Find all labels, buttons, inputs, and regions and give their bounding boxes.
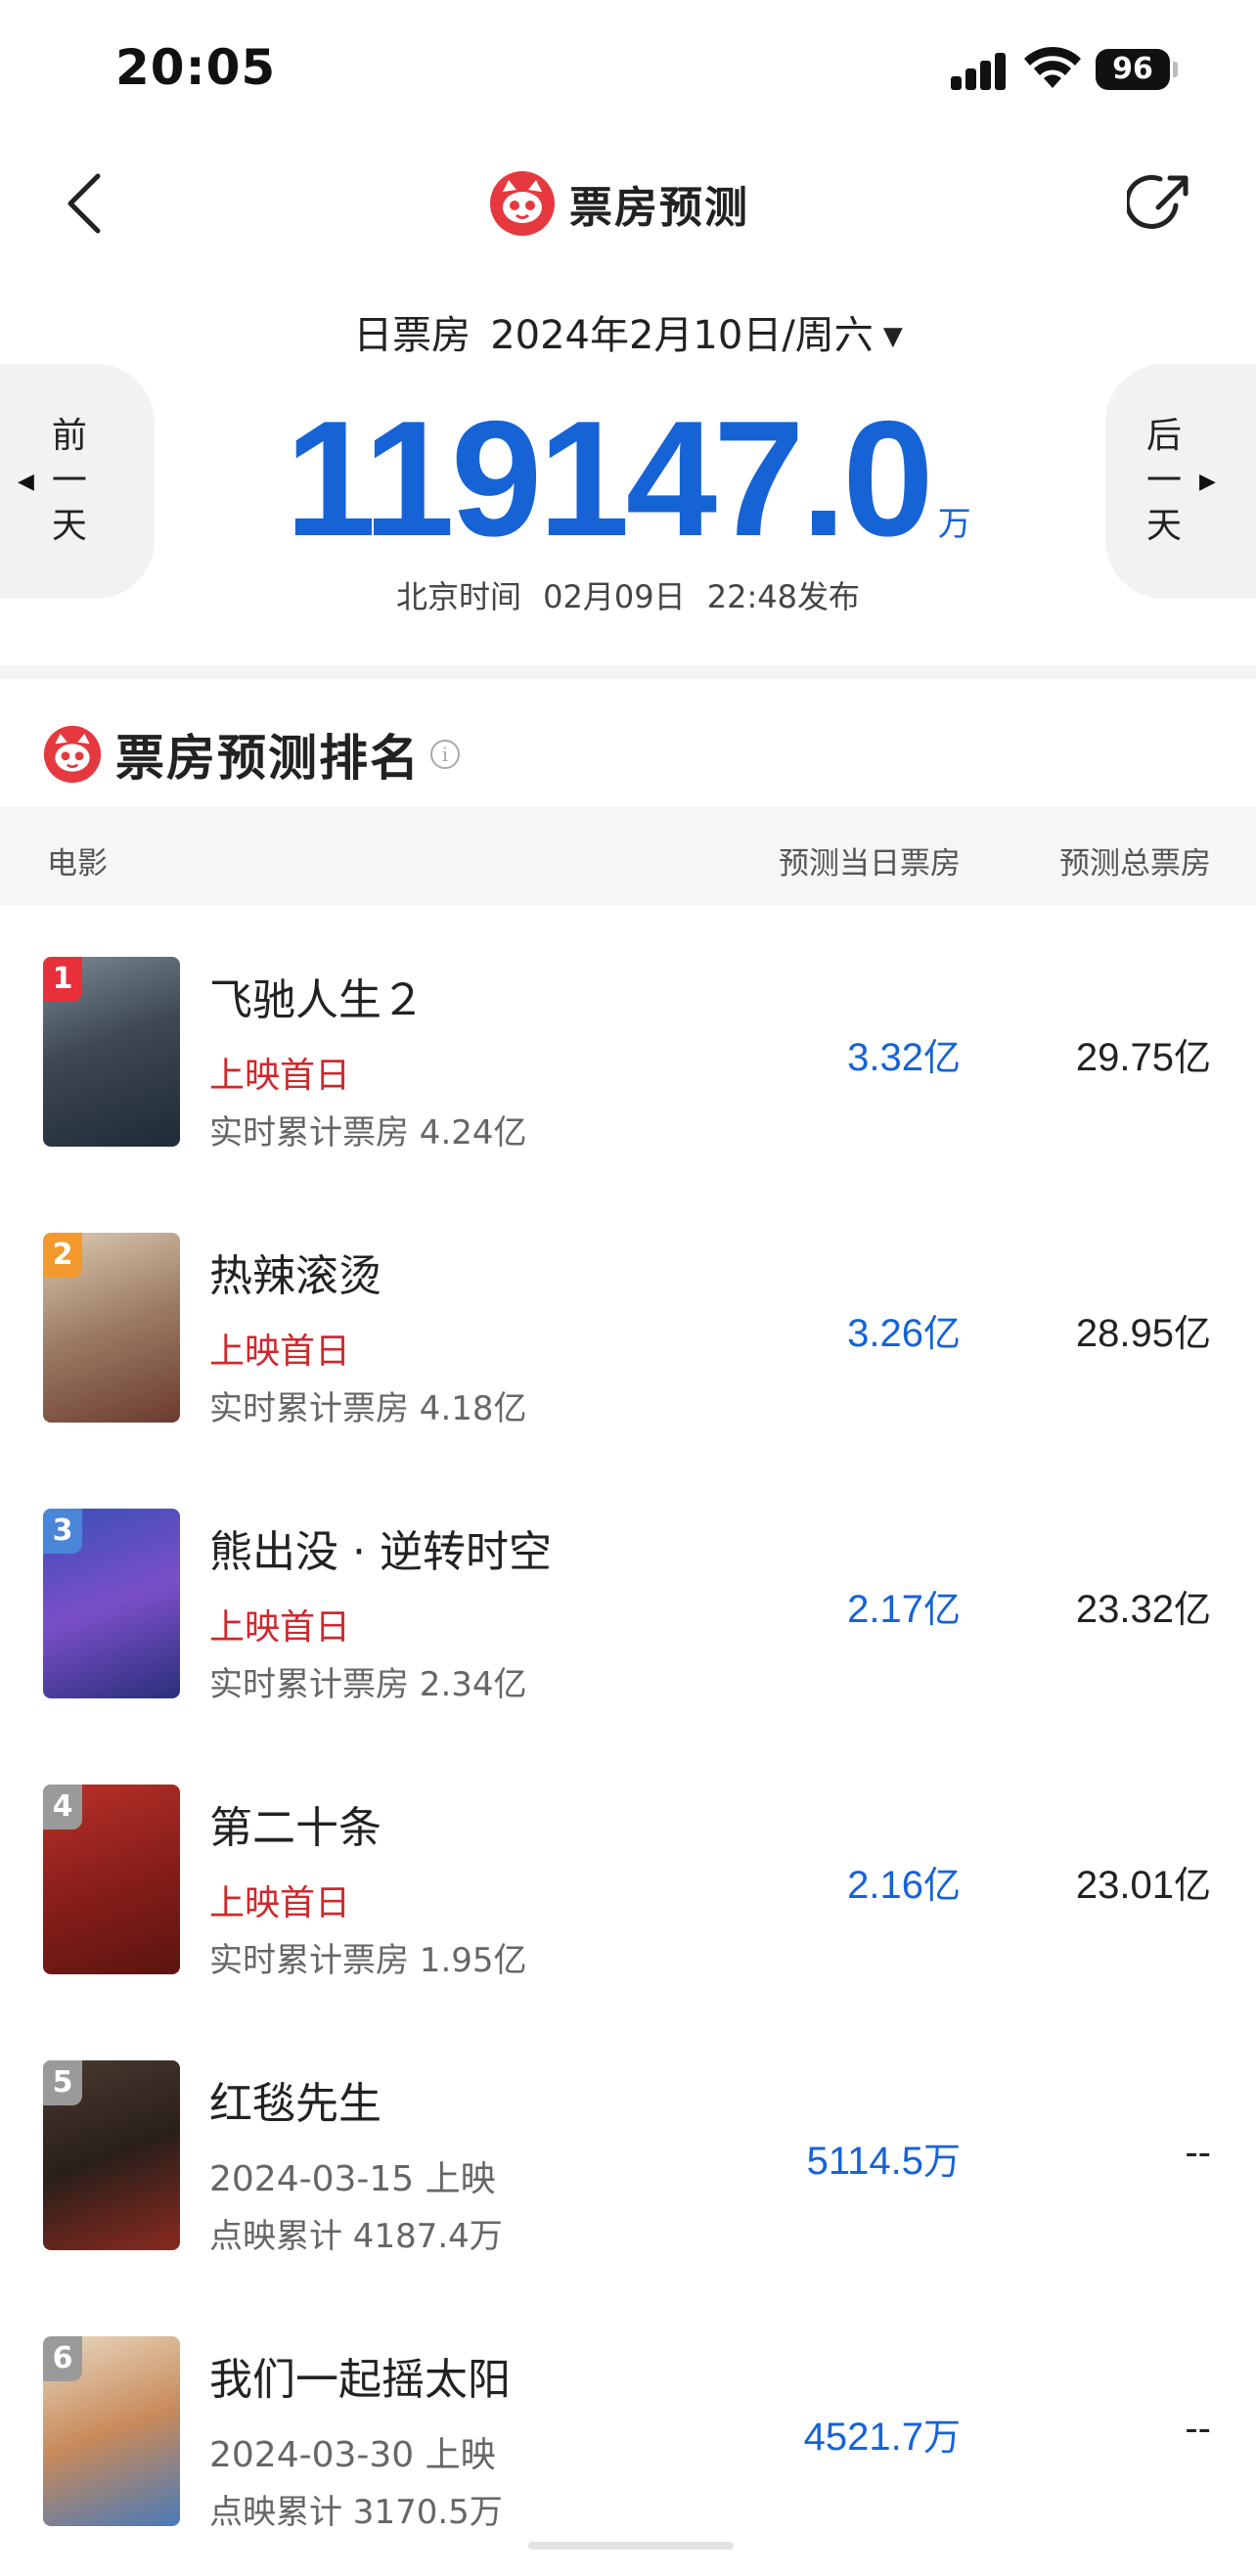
movie-poster[interactable]: 2 <box>43 1233 180 1423</box>
cellular-signal-icon <box>951 51 1009 90</box>
release-status: 2024-03-30 上映 <box>209 2435 496 2475</box>
table-header: 电影 预测当日票房 预测总票房 <box>0 807 1256 905</box>
movie-title[interactable]: 第二十条 <box>209 1792 381 1855</box>
release-status: 上映首日 <box>209 1056 351 1096</box>
release-status: 上映首日 <box>209 1883 351 1923</box>
forecast-day-box-office: 2.16亿 <box>847 1864 961 1907</box>
publish-time: 22:48发布 <box>706 578 861 615</box>
movie-row[interactable]: 3 熊出没 · 逆转时空上映首日实时累计票房 2.34亿 2.17亿 23.32亿 <box>0 1509 1256 1785</box>
battery-tip <box>1173 62 1178 77</box>
rank-badge: 2 <box>43 1233 82 1278</box>
forecast-day-box-office: 2.17亿 <box>847 1588 961 1631</box>
rank-badge: 1 <box>43 957 82 1002</box>
movie-poster[interactable]: 6 <box>43 2336 180 2526</box>
movie-poster[interactable]: 4 <box>43 1785 180 1974</box>
movie-title[interactable]: 熊出没 · 逆转时空 <box>209 1516 552 1579</box>
movie-poster[interactable]: 3 <box>43 1509 180 1698</box>
publish-date: 02月09日 <box>543 578 686 615</box>
forecast-total-box-office: -- <box>1185 2131 1211 2174</box>
status-time: 20:05 <box>115 39 277 96</box>
release-status: 上映首日 <box>209 1607 351 1648</box>
rank-badge: 4 <box>43 1785 82 1830</box>
release-status: 2024-03-15 上映 <box>209 2159 496 2199</box>
ranking-title: 票房预测排名 <box>115 730 421 787</box>
cumulative-box-office: 实时累计票房 1.95亿 <box>209 1941 527 1980</box>
total-box-office: 119147.0 万 <box>0 396 1256 561</box>
movie-row[interactable]: 6 我们一起摇太阳 2024-03-30 上映 点映累计 3170.5万 4521.7万… <box>0 2336 1256 2576</box>
movie-title[interactable]: 热辣滚烫 <box>209 1241 381 1303</box>
forecast-total-box-office: 23.32亿 <box>1075 1588 1211 1631</box>
movie-row[interactable]: 5 红毯先生 2024-03-15 上映 点映累计 4187.4万 5114.5万 -- <box>0 2060 1256 2336</box>
movie-row[interactable]: 2 热辣滚烫上映首日实时累计票房 4.18亿 3.26亿 28.95亿 <box>0 1233 1256 1509</box>
column-header-day-forecast[interactable]: 预测当日票房 <box>779 838 961 882</box>
maoyan-cat-logo-icon <box>43 725 102 784</box>
rank-badge: 6 <box>43 2336 82 2381</box>
movie-title[interactable]: 红毯先生 <box>209 2068 381 2131</box>
cumulative-box-office: 实时累计票房 4.18亿 <box>209 1389 527 1428</box>
forecast-day-box-office: 3.26亿 <box>847 1312 961 1355</box>
date-value: 2024年2月10日/周六 <box>490 313 874 358</box>
rank-badge: 5 <box>43 2060 82 2105</box>
section-divider <box>0 665 1256 679</box>
share-icon[interactable] <box>1127 166 1195 239</box>
publish-timezone: 北京时间 <box>395 578 521 615</box>
forecast-day-box-office: 5114.5万 <box>806 2140 961 2183</box>
rank-badge: 3 <box>43 1509 82 1554</box>
date-type-label: 日票房 <box>353 313 471 358</box>
release-status: 上映首日 <box>209 1332 351 1372</box>
column-header-movie: 电影 <box>47 846 108 881</box>
movie-row[interactable]: 4 第二十条上映首日实时累计票房 1.95亿 2.16亿 23.01亿 <box>0 1785 1256 2060</box>
movie-title[interactable]: 我们一起摇太阳 <box>209 2344 511 2407</box>
movie-poster[interactable]: 1 <box>43 957 180 1147</box>
forecast-day-box-office: 3.32亿 <box>847 1036 961 1079</box>
forecast-total-box-office: 23.01亿 <box>1075 1864 1211 1907</box>
page-title: 票房预测 <box>569 183 749 233</box>
movie-row[interactable]: 1 飞驰人生２ 上映首日实时累计票房 4.24亿 3.32亿 29.75亿 <box>0 957 1256 1233</box>
forecast-total-box-office: -- <box>1185 2407 1211 2450</box>
back-arrow-icon[interactable] <box>57 164 115 243</box>
forecast-day-box-office: 4521.7万 <box>803 2416 961 2459</box>
column-header-total-forecast[interactable]: 预测总票房 <box>1059 838 1211 882</box>
forecast-total-box-office: 29.75亿 <box>1075 1036 1211 1079</box>
nav-title-group: 票房预测 <box>489 164 749 243</box>
publish-info: 北京时间 02月09日 22:48发布 <box>0 572 1256 617</box>
battery-icon: 96 <box>1096 49 1170 90</box>
total-box-office-unit: 万 <box>937 505 971 544</box>
total-box-office-value: 119147.0 <box>285 386 933 570</box>
cumulative-box-office: 点映累计 3170.5万 <box>209 2493 503 2532</box>
date-selector[interactable]: 日票房 2024年2月10日/周六 ▼ <box>0 303 1256 360</box>
forecast-total-box-office: 28.95亿 <box>1075 1312 1211 1355</box>
info-icon[interactable]: i <box>430 740 460 769</box>
ranking-header: 票房预测排名 i <box>43 719 460 790</box>
dropdown-caret-icon: ▼ <box>882 322 903 351</box>
movie-title[interactable]: 飞驰人生２ <box>209 965 425 1027</box>
maoyan-cat-logo-icon <box>490 171 555 236</box>
status-bar: 20:05 96 <box>0 0 1256 137</box>
wifi-icon <box>1024 46 1081 88</box>
cumulative-box-office: 点映累计 4187.4万 <box>209 2217 503 2256</box>
cumulative-box-office: 实时累计票房 4.24亿 <box>209 1113 527 1152</box>
home-indicator <box>528 2542 734 2550</box>
cumulative-box-office: 实时累计票房 2.34亿 <box>209 1665 527 1704</box>
movie-poster[interactable]: 5 <box>43 2060 180 2250</box>
